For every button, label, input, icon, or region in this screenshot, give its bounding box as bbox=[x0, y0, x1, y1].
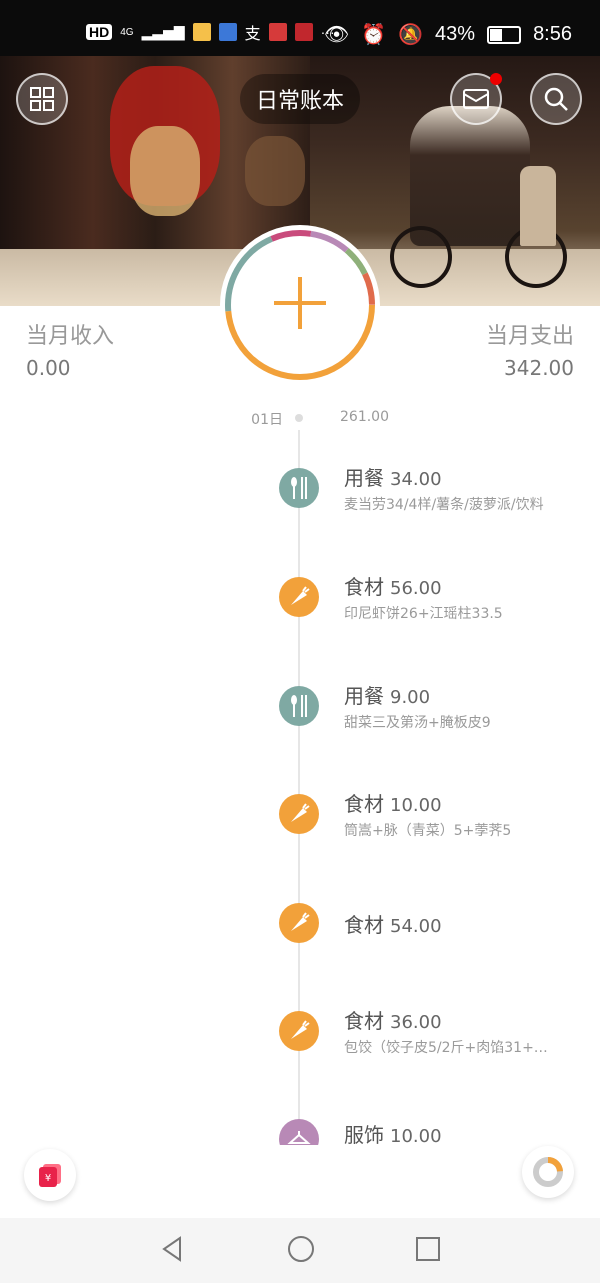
home-icon[interactable] bbox=[286, 1234, 316, 1264]
entry-amount: 34.00 bbox=[390, 469, 442, 490]
day-total: 261.00 bbox=[340, 409, 389, 425]
entry-item[interactable]: 用餐 34.00 麦当劳34/4样/薯条/菠萝派/饮料 bbox=[0, 466, 600, 548]
entry-note: 麦当劳34/4样/薯条/菠萝派/饮料 bbox=[344, 497, 544, 513]
ledger-title: 日常账本 bbox=[255, 89, 344, 114]
recents-icon[interactable] bbox=[414, 1234, 442, 1264]
entry-item[interactable]: 用餐 9.00 甜菜三及第汤+腌板皮9 bbox=[0, 684, 600, 766]
bicycle-wheel-left bbox=[390, 226, 452, 288]
entry-category: 食材 bbox=[344, 913, 384, 937]
graffiti-yellow bbox=[130, 126, 200, 216]
income-value: 0.00 bbox=[26, 356, 71, 380]
carrot-icon bbox=[279, 903, 319, 943]
expense-value: 342.00 bbox=[504, 356, 574, 380]
battery-icon bbox=[487, 25, 522, 44]
entry-category: 食材 bbox=[344, 575, 384, 599]
entry-amount: 10.00 bbox=[390, 1126, 442, 1145]
entry-amount: 10.00 bbox=[390, 795, 442, 816]
entry-amount: 36.00 bbox=[390, 1012, 442, 1033]
system-nav-bar bbox=[0, 1218, 600, 1283]
alarm-icon: ⏰ bbox=[361, 24, 387, 46]
category-ring bbox=[225, 230, 375, 380]
stats-button[interactable] bbox=[522, 1146, 574, 1198]
cyclist-figure bbox=[410, 106, 530, 246]
alipay-label: 支 bbox=[244, 26, 261, 43]
entry-note: 包饺（饺子皮5/2斤+肉馅31+… bbox=[344, 1040, 548, 1056]
hydrant bbox=[520, 166, 556, 246]
income-summary: 当月收入 0.00 bbox=[26, 318, 114, 380]
entry-item[interactable]: 服饰 10.00 bbox=[0, 1119, 600, 1145]
day-header: 01日 261.00 bbox=[0, 409, 600, 429]
entry-amount: 9.00 bbox=[390, 687, 431, 708]
signal-icon: ▂▃▅▇ bbox=[141, 23, 185, 40]
entry-category: 食材 bbox=[344, 1009, 384, 1033]
day-dot bbox=[295, 414, 303, 422]
entry-note: 筒嵩+脉（青菜）5+荸荠5 bbox=[344, 823, 512, 839]
grid-icon bbox=[30, 87, 54, 111]
entry-item[interactable]: 食材 56.00 印尼虾饼26+江瑶柱33.5 bbox=[0, 575, 600, 657]
expense-summary: 当月支出 342.00 bbox=[486, 318, 574, 380]
entry-item[interactable]: 食材 36.00 包饺（饺子皮5/2斤+肉馅31+… bbox=[0, 1009, 600, 1091]
entry-amount: 54.00 bbox=[390, 916, 442, 937]
app-icon-4 bbox=[294, 23, 313, 41]
entry-category: 用餐 bbox=[344, 684, 384, 708]
hd-label: HD bbox=[86, 24, 113, 40]
search-button[interactable] bbox=[530, 73, 582, 125]
entry-category: 用餐 bbox=[344, 466, 384, 490]
expense-label: 当月支出 bbox=[485, 324, 574, 349]
menu-button[interactable] bbox=[16, 73, 68, 125]
network-label: 4G bbox=[120, 26, 134, 38]
utensils-icon bbox=[279, 686, 319, 726]
status-left: HD 4G ▂▃▅▇ 支 ··· bbox=[86, 20, 335, 44]
mute-icon: 🔕 bbox=[398, 24, 424, 46]
carrot-icon bbox=[279, 794, 319, 834]
day-date: 01日 bbox=[251, 412, 283, 428]
hanger-icon bbox=[279, 1119, 319, 1145]
carrot-icon bbox=[279, 1011, 319, 1051]
entry-item[interactable]: 食材 10.00 筒嵩+脉（青菜）5+荸荠5 bbox=[0, 792, 600, 874]
entry-category: 食材 bbox=[344, 792, 384, 816]
status-right: 👁 ⏰ 🔕 43% 8:56 bbox=[324, 22, 572, 47]
mail-icon bbox=[463, 89, 489, 109]
svg-text:¥: ¥ bbox=[45, 1173, 51, 1184]
entry-note: 印尼虾饼26+江瑶柱33.5 bbox=[344, 606, 503, 622]
add-entry-button[interactable] bbox=[220, 225, 380, 385]
unread-dot bbox=[490, 73, 502, 85]
income-label: 当月收入 bbox=[26, 324, 115, 349]
search-icon bbox=[544, 87, 568, 111]
entry-item[interactable]: 食材 54.00 bbox=[0, 903, 600, 983]
battery-percent: 43% bbox=[435, 23, 476, 45]
status-bar: HD 4G ▂▃▅▇ 支 ··· 👁 ⏰ 🔕 43% 8:56 bbox=[0, 0, 600, 56]
app-icon-1 bbox=[192, 23, 211, 41]
donut-chart-icon bbox=[533, 1157, 563, 1187]
entry-category: 服饰 bbox=[344, 1123, 384, 1145]
eye-icon: 👁 bbox=[323, 24, 350, 46]
entry-note: 甜菜三及第汤+腌板皮9 bbox=[344, 715, 491, 731]
app-icon-3 bbox=[268, 23, 287, 41]
app-icon-2 bbox=[218, 23, 237, 41]
utensils-icon bbox=[279, 468, 319, 508]
back-icon[interactable] bbox=[158, 1234, 186, 1264]
graffiti-heart bbox=[245, 136, 305, 206]
clock: 8:56 bbox=[533, 23, 572, 45]
ledger-title-button[interactable]: 日常账本 bbox=[240, 74, 360, 124]
messages-button[interactable] bbox=[450, 73, 502, 125]
carrot-icon bbox=[279, 577, 319, 617]
red-envelope-icon: ¥ bbox=[39, 1164, 61, 1187]
red-envelope-button[interactable]: ¥ bbox=[24, 1149, 76, 1201]
entry-amount: 56.00 bbox=[390, 578, 442, 599]
